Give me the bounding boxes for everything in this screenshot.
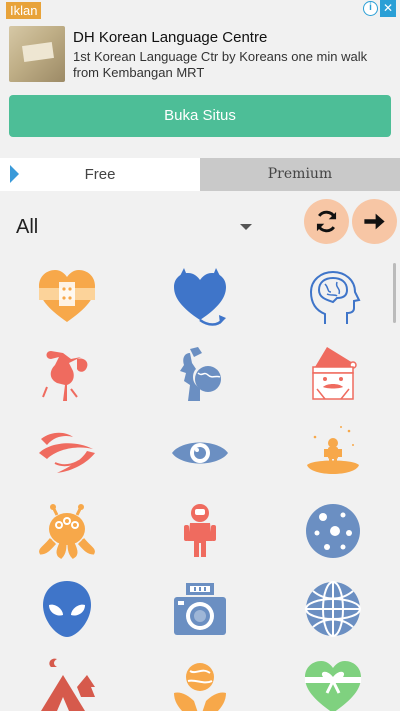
ad-description[interactable]: 1st Korean Language Ctr by Koreans one m… xyxy=(73,49,388,81)
camera-icon[interactable] xyxy=(170,579,230,639)
ad-info-icon[interactable]: i xyxy=(363,1,378,16)
ad-close-icon[interactable]: ✕ xyxy=(380,0,396,17)
tab-premium-label: Premium xyxy=(267,166,333,182)
globe-hands-icon[interactable] xyxy=(170,657,230,711)
tab-premium[interactable]: Premium xyxy=(200,158,400,191)
active-tab-marker-icon xyxy=(10,165,19,183)
swirl-icon[interactable] xyxy=(37,423,97,483)
refresh-icon xyxy=(316,210,337,233)
moon-icon[interactable] xyxy=(303,501,363,561)
ad-open-site-button[interactable]: Buka Situs xyxy=(9,95,391,137)
devil-heart-icon[interactable] xyxy=(170,268,230,328)
santa-icon[interactable] xyxy=(303,345,363,405)
tab-free[interactable]: Free xyxy=(0,158,200,191)
arrow-right-icon xyxy=(364,213,385,230)
ad-banner[interactable]: Iklan i ✕ DH Korean Language Centre 1st … xyxy=(0,0,400,150)
stork-baby-icon[interactable] xyxy=(37,345,97,405)
ad-thumbnail[interactable] xyxy=(9,26,65,82)
gift-heart-icon[interactable] xyxy=(303,657,363,711)
dropdown-caret-icon[interactable] xyxy=(240,224,252,230)
bandaged-heart-icon[interactable] xyxy=(37,268,97,328)
eye-icon[interactable] xyxy=(170,423,230,483)
astronaut-planet-icon[interactable] xyxy=(303,423,363,483)
tab-free-label: Free xyxy=(84,166,116,183)
alien-octopus-icon[interactable] xyxy=(37,501,97,561)
category-dropdown[interactable]: All xyxy=(16,216,38,239)
next-button[interactable] xyxy=(352,199,397,244)
grid-scrollbar[interactable] xyxy=(393,263,396,323)
tent-camp-icon[interactable] xyxy=(37,657,97,711)
alien-head-icon[interactable] xyxy=(37,579,97,639)
ad-badge: Iklan xyxy=(6,2,42,19)
tab-bar: Free Premium xyxy=(0,158,400,191)
ad-title[interactable]: DH Korean Language Centre xyxy=(73,29,267,46)
astronaut-icon[interactable] xyxy=(170,501,230,561)
brain-head-icon[interactable] xyxy=(303,268,363,328)
icon-grid xyxy=(0,258,400,711)
globe-icon[interactable] xyxy=(303,579,363,639)
globe-head-icon[interactable] xyxy=(170,345,230,405)
refresh-button[interactable] xyxy=(304,199,349,244)
